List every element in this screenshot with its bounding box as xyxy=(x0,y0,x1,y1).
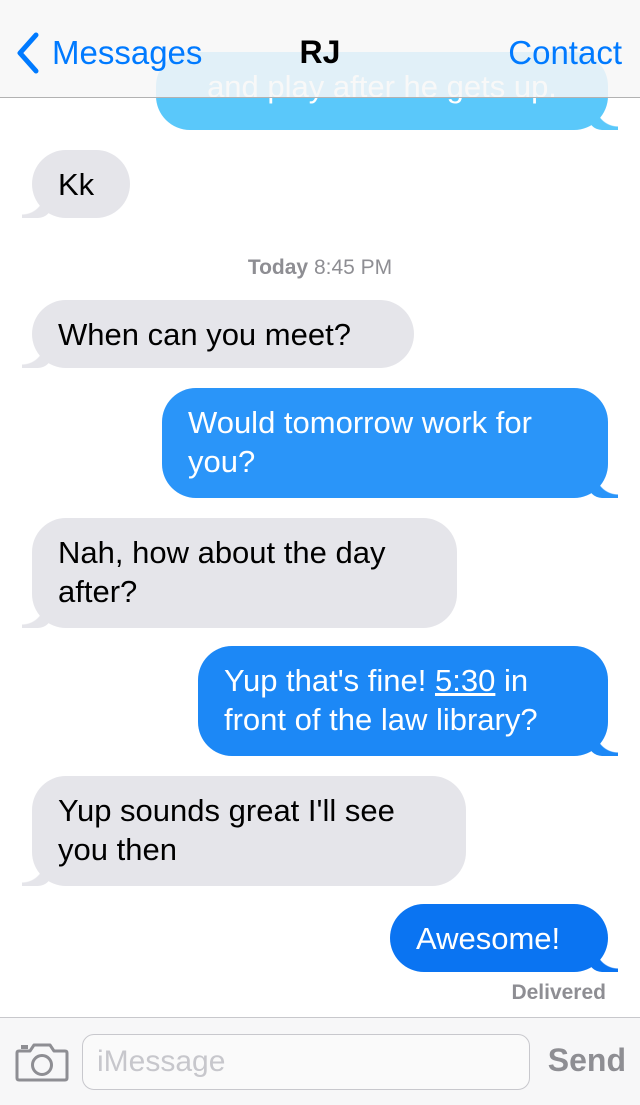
contact-button[interactable]: Contact xyxy=(508,34,622,72)
message-bubble-received[interactable]: Kk xyxy=(22,150,130,218)
message-bubble-received[interactable]: Yup sounds great I'll see you then xyxy=(22,776,466,886)
message-bubble-received[interactable]: When can you meet? xyxy=(22,300,414,368)
timestamp-day: Today xyxy=(247,256,309,279)
timestamp: Today 8:45 PM xyxy=(0,256,640,280)
message-text: When can you meet? xyxy=(58,317,351,352)
back-button[interactable]: Messages xyxy=(14,30,202,76)
camera-button[interactable] xyxy=(15,1042,69,1082)
message-text: Yup sounds great I'll see you then xyxy=(58,793,395,867)
message-text: Nah, how about the day after? xyxy=(58,535,386,609)
message-text: Awesome! xyxy=(416,921,561,956)
chevron-left-icon xyxy=(17,32,39,74)
back-button-label: Messages xyxy=(52,34,203,71)
timestamp-time: 8:45 PM xyxy=(313,256,393,279)
message-bubble-sent[interactable]: Yup that's fine! 5:30 in front of the la… xyxy=(198,646,618,756)
send-button[interactable]: Send xyxy=(548,1042,626,1079)
navigation-bar: Messages RJ Contact xyxy=(0,0,640,98)
conversation-thread[interactable]: and play after he gets up. Kk Today 8:45… xyxy=(0,0,640,1017)
message-bubble-received[interactable]: Nah, how about the day after? xyxy=(22,518,457,628)
message-text: Would tomorrow work for you? xyxy=(188,405,532,479)
message-input[interactable] xyxy=(82,1034,530,1090)
message-text: Kk xyxy=(58,167,95,202)
delivery-status: Delivered xyxy=(511,981,606,1004)
camera-icon xyxy=(15,1043,69,1082)
message-bubble-sent[interactable]: Would tomorrow work for you? xyxy=(162,388,618,498)
message-text: Yup that's fine! 5:30 in front of the la… xyxy=(224,661,582,739)
message-input-bar: Send xyxy=(0,1017,640,1105)
message-text-part: Yup that's fine! xyxy=(224,663,436,698)
message-bubble-sent[interactable]: Awesome! xyxy=(390,904,618,972)
time-link[interactable]: 5:30 xyxy=(435,663,495,698)
